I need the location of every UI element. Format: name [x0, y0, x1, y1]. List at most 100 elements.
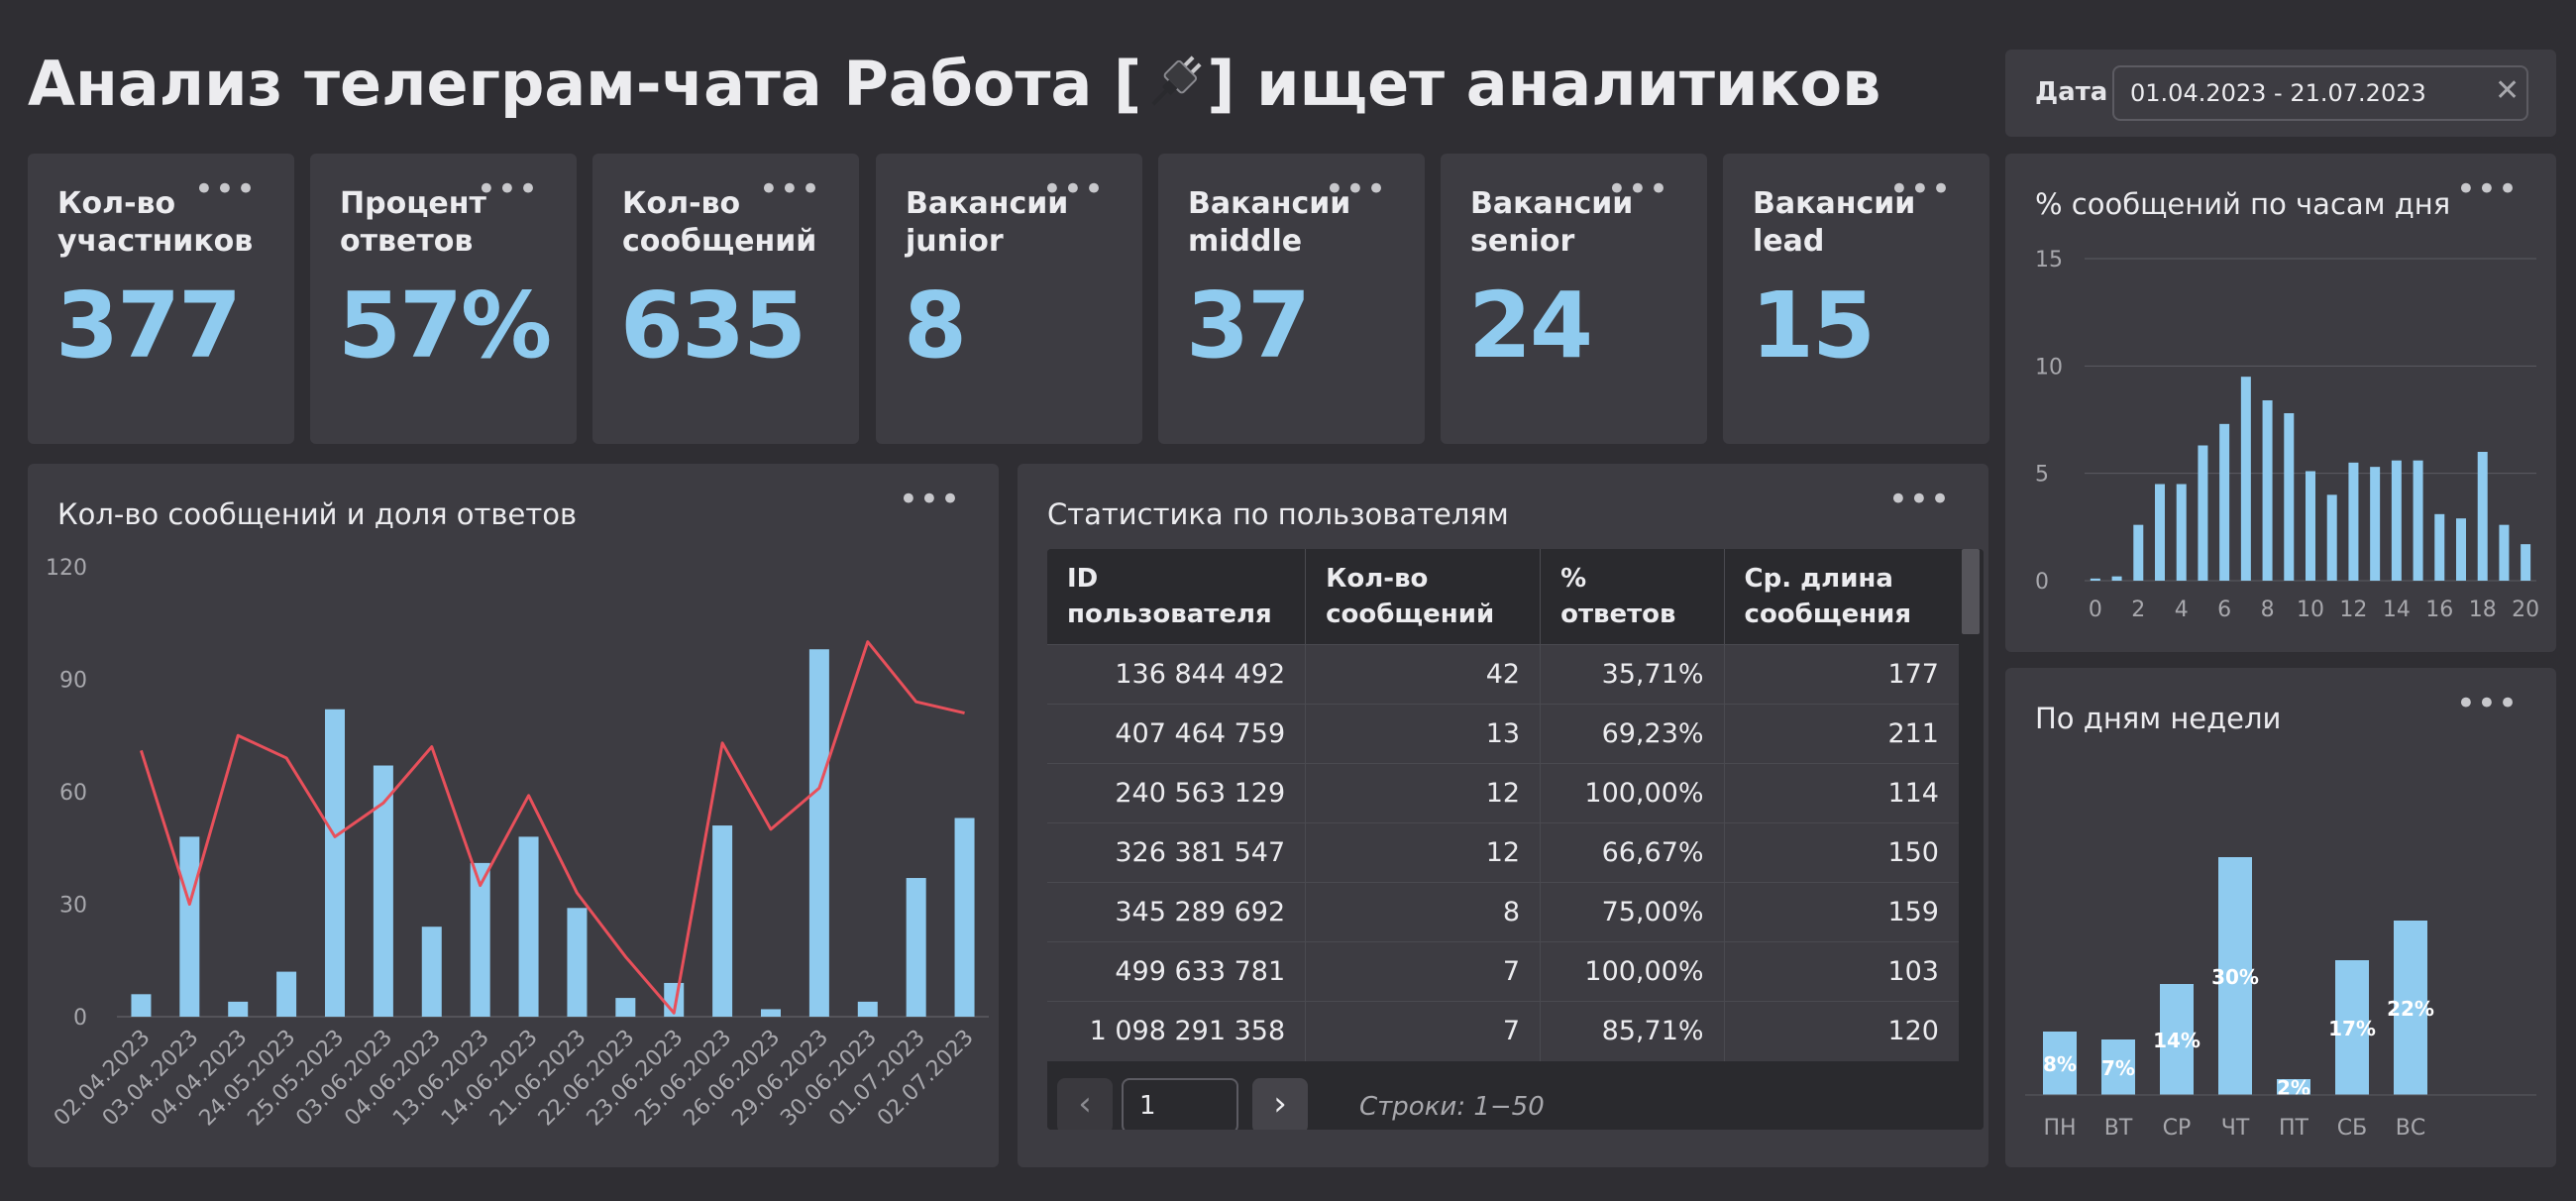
weekday-chart-title: По дням недели	[2035, 702, 2282, 735]
message-count-bar	[179, 836, 200, 1017]
data-label: 30%	[2211, 965, 2259, 989]
y-tick-label: 90	[59, 669, 87, 694]
column-header-user-id[interactable]: ID пользователя	[1047, 549, 1307, 645]
hour-bar	[2348, 462, 2359, 581]
cell-user-id: 240 563 129	[1047, 763, 1307, 823]
y-tick-label: 10	[2035, 355, 2063, 380]
kpi-card-senior: Вакансии senior 24 •••	[1441, 154, 1707, 444]
chevron-right-icon[interactable]: ›	[1252, 1078, 1308, 1130]
x-tick-label: 20	[2512, 598, 2539, 622]
hours-chart-panel: 0 5 10 15 0 2 4 6 8 10 12 14 16 18 20 22 % сообщений по…	[2005, 154, 2556, 652]
cell-avg-length: 114	[1724, 763, 1959, 823]
x-tick-label: 0	[2089, 598, 2102, 622]
cell-avg-length: 211	[1724, 704, 1959, 764]
data-label: 7%	[2101, 1056, 2135, 1080]
cell-reply-percent: 100,00%	[1540, 763, 1725, 823]
header-line2: сообщений	[1326, 600, 1495, 629]
data-label: 14%	[2153, 1029, 2200, 1052]
more-menu-icon[interactable]: •••	[1888, 483, 1951, 516]
date-filter: Дата ✕	[2005, 50, 2556, 137]
kpi-label-line2: senior	[1470, 224, 1575, 259]
x-tick-label: 8	[2261, 598, 2275, 622]
reply-share-line	[140, 640, 965, 1015]
hour-bar	[2521, 544, 2531, 581]
kpi-value: 37	[1186, 273, 1311, 379]
table-row[interactable]: 326 381 547 12 66,67% 150	[1047, 822, 1959, 883]
kpi-card-reply-percent: Процент ответов 57% •••	[310, 154, 577, 444]
y-tick-label: 30	[59, 894, 87, 919]
y-tick-label: 5	[2035, 463, 2049, 488]
more-menu-icon[interactable]: •••	[1325, 172, 1387, 206]
hours-chart-title: % сообщений по часам дня	[2035, 187, 2451, 221]
header-line1: ID	[1067, 564, 1099, 594]
hour-bar	[2434, 513, 2445, 581]
table-row[interactable]: 240 563 129 12 100,00% 114	[1047, 763, 1959, 823]
table-row[interactable]: 1 098 291 358 7 85,71% 120	[1047, 1001, 1959, 1061]
kpi-label-line2: ответов	[340, 224, 474, 259]
message-count-bar	[857, 1001, 878, 1017]
table-header-row: ID пользователя Кол-во сообщений % ответов …	[1047, 549, 1959, 645]
more-menu-icon[interactable]: •••	[1889, 172, 1952, 206]
x-tick-label: 2	[2131, 598, 2145, 622]
more-menu-icon[interactable]: •••	[2456, 172, 2519, 206]
y-tick-label: 60	[59, 781, 87, 806]
more-menu-icon[interactable]: •••	[194, 172, 257, 206]
hour-bar	[2111, 576, 2122, 581]
chevron-left-icon[interactable]: ‹	[1057, 1078, 1113, 1130]
more-menu-icon[interactable]: •••	[2456, 687, 2519, 720]
kpi-card-junior: Вакансии junior 8 •••	[876, 154, 1142, 444]
message-count-bar	[954, 818, 975, 1017]
cell-reply-percent: 35,71%	[1540, 644, 1725, 705]
kpi-value: 15	[1751, 273, 1876, 379]
y-tick-label: 0	[2035, 570, 2049, 595]
table-row[interactable]: 345 289 692 8 75,00% 159	[1047, 882, 1959, 942]
cell-message-count: 12	[1305, 822, 1542, 883]
table-scrollbar[interactable]	[1962, 549, 1980, 634]
table-row[interactable]: 136 844 492 42 35,71% 177	[1047, 644, 1959, 705]
close-icon[interactable]: ✕	[2495, 73, 2520, 108]
x-tick-label: СБ	[2337, 1116, 2367, 1141]
table-row[interactable]: 407 464 759 13 69,23% 211	[1047, 704, 1959, 764]
hours-bar-chart: 0 5 10 15 0 2 4 6 8 10 12 14 16 18 20 22	[2035, 248, 2556, 622]
date-range-input[interactable]	[2112, 65, 2528, 121]
hour-bar	[2133, 524, 2144, 581]
data-label: 17%	[2328, 1017, 2376, 1040]
header-line1: %	[1560, 564, 1587, 594]
header-line1: Кол-во	[1326, 564, 1429, 594]
data-label: 2%	[2277, 1076, 2310, 1100]
cell-user-id: 1 098 291 358	[1047, 1001, 1307, 1061]
cell-reply-percent: 100,00%	[1540, 941, 1725, 1002]
cell-avg-length: 177	[1724, 644, 1959, 705]
page-number-input[interactable]	[1122, 1078, 1238, 1130]
cell-message-count: 42	[1305, 644, 1542, 705]
y-tick-label: 120	[46, 556, 87, 581]
message-count-bar	[761, 1009, 781, 1017]
column-header-reply-percent[interactable]: % ответов	[1540, 549, 1725, 645]
x-tick-label: ВС	[2396, 1116, 2425, 1141]
message-count-bar	[615, 998, 636, 1017]
more-menu-icon[interactable]: •••	[759, 172, 821, 206]
cell-user-id: 326 381 547	[1047, 822, 1307, 883]
user-stats-table-container: ID пользователя Кол-во сообщений % ответов …	[1047, 549, 1984, 1130]
cell-reply-percent: 69,23%	[1540, 704, 1725, 764]
message-count-bar	[518, 836, 539, 1017]
hour-bar	[2240, 377, 2251, 581]
cell-message-count: 8	[1305, 882, 1542, 942]
more-menu-icon[interactable]: •••	[899, 483, 961, 516]
column-header-avg-length[interactable]: Ср. длина сообщения	[1724, 549, 1959, 645]
cell-message-count: 13	[1305, 704, 1542, 764]
more-menu-icon[interactable]: •••	[477, 172, 539, 206]
more-menu-icon[interactable]: •••	[1607, 172, 1669, 206]
hour-bar	[2155, 484, 2165, 581]
y-tick-label: 0	[73, 1006, 87, 1031]
hour-bar	[2198, 445, 2208, 581]
message-count-bar	[567, 908, 588, 1017]
column-header-message-count[interactable]: Кол-во сообщений	[1305, 549, 1542, 645]
cell-user-id: 407 464 759	[1047, 704, 1307, 764]
header-line2: ответов	[1560, 600, 1676, 629]
more-menu-icon[interactable]: •••	[1042, 172, 1105, 206]
hour-bar	[2262, 400, 2273, 581]
table-row[interactable]: 499 633 781 7 100,00% 103	[1047, 941, 1959, 1002]
message-count-bar	[712, 825, 733, 1017]
date-filter-label: Дата	[2035, 77, 2108, 107]
